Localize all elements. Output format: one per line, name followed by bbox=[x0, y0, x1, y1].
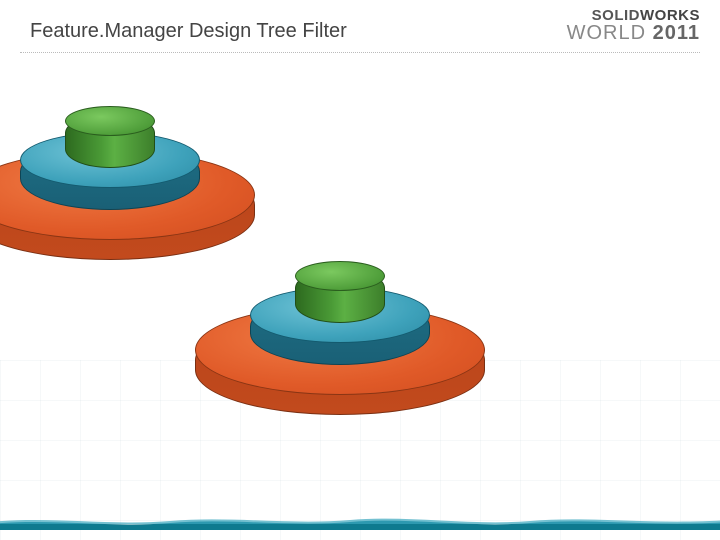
footer-wave bbox=[0, 516, 720, 530]
logo-event: WORLD bbox=[567, 22, 646, 44]
slide-title: Feature.Manager Design Tree Filter bbox=[30, 20, 347, 43]
logo-year: 2011 bbox=[653, 22, 700, 44]
green-disc bbox=[65, 106, 155, 172]
logo-event-line: WORLD 2011 bbox=[567, 23, 700, 43]
presentation-slide: Feature.Manager Design Tree Filter SOLID… bbox=[0, 0, 720, 540]
green-disc bbox=[295, 261, 385, 327]
event-logo: SOLIDWORKS WORLD 2011 bbox=[567, 8, 700, 43]
logo-brand: SOLIDWORKS bbox=[567, 8, 700, 23]
header-divider bbox=[20, 52, 700, 53]
